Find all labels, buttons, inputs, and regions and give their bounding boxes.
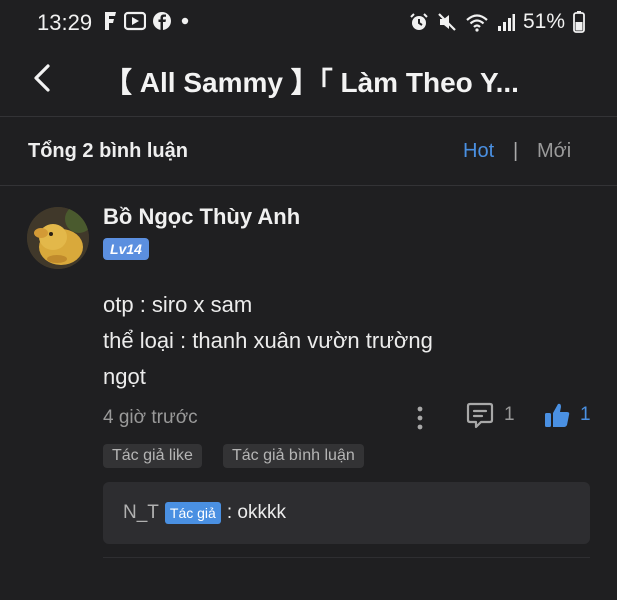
status-right: 51% (409, 10, 585, 34)
comment-timestamp: 4 giờ trước (103, 407, 198, 428)
chevron-left-icon (34, 64, 50, 92)
reply-text: : okkkk (226, 502, 286, 523)
reply-count: 1 (504, 404, 515, 425)
reply-preview[interactable]: N_T Tác giả : okkkk (103, 482, 590, 544)
reply-author: N_T (123, 502, 159, 523)
battery-percent: 51% (522, 10, 565, 33)
reply-content: N_T Tác giả : okkkk (123, 502, 286, 524)
facebook-circle-icon (153, 12, 171, 30)
wifi-icon (466, 14, 488, 32)
alarm-icon (410, 13, 428, 30)
battery-icon (573, 11, 585, 33)
video-play-icon (124, 11, 146, 31)
status-time: 13:29 (37, 10, 93, 35)
status-notification-icons (102, 11, 192, 31)
like-button[interactable]: 1 (543, 401, 591, 429)
comment-username[interactable]: Bồ Ngọc Thùy Anh (103, 204, 300, 230)
level-badge: Lv14 (103, 238, 149, 260)
reply-button[interactable]: 1 (466, 401, 515, 429)
mute-icon (438, 13, 456, 31)
like-count: 1 (580, 404, 591, 425)
status-bar: 13:29 51% (0, 0, 617, 46)
page-title: 【 All Sammy 】「 Làm Theo Y... (104, 67, 519, 98)
author-comment-tag: Tác giả bình luận (223, 444, 364, 468)
back-button[interactable] (22, 58, 62, 98)
sort-separator: | (513, 140, 519, 162)
comment-total-label: Tổng 2 bình luận (28, 140, 188, 162)
sort-hot-tab[interactable]: Hot (463, 140, 494, 163)
comment-line: otp : siro x sam (103, 292, 253, 317)
comment-icon (466, 402, 494, 429)
comment-line: thể loại : thanh xuân vườn trường (103, 328, 433, 353)
comments-toolbar: Tổng 2 bình luận Hot | Mới (0, 117, 617, 186)
avatar-image (27, 207, 89, 269)
signal-icon (497, 14, 515, 31)
thumbs-up-icon (545, 403, 570, 427)
more-vertical-icon (417, 406, 423, 430)
more-options-button[interactable] (408, 403, 432, 433)
author-badge: Tác giả (164, 502, 221, 524)
facebook-f-icon (105, 12, 116, 30)
dot-icon (181, 17, 189, 25)
comment-body: otp : siro x sam thể loại : thanh xuân v… (103, 287, 583, 395)
sort-new-tab[interactable]: Mới (537, 140, 571, 163)
divider (103, 557, 590, 558)
avatar[interactable] (27, 207, 89, 269)
app-header: 【 All Sammy 】「 Làm Theo Y... (0, 46, 617, 117)
author-like-tag: Tác giả like (103, 444, 202, 468)
comment-line: ngọt (103, 364, 146, 389)
